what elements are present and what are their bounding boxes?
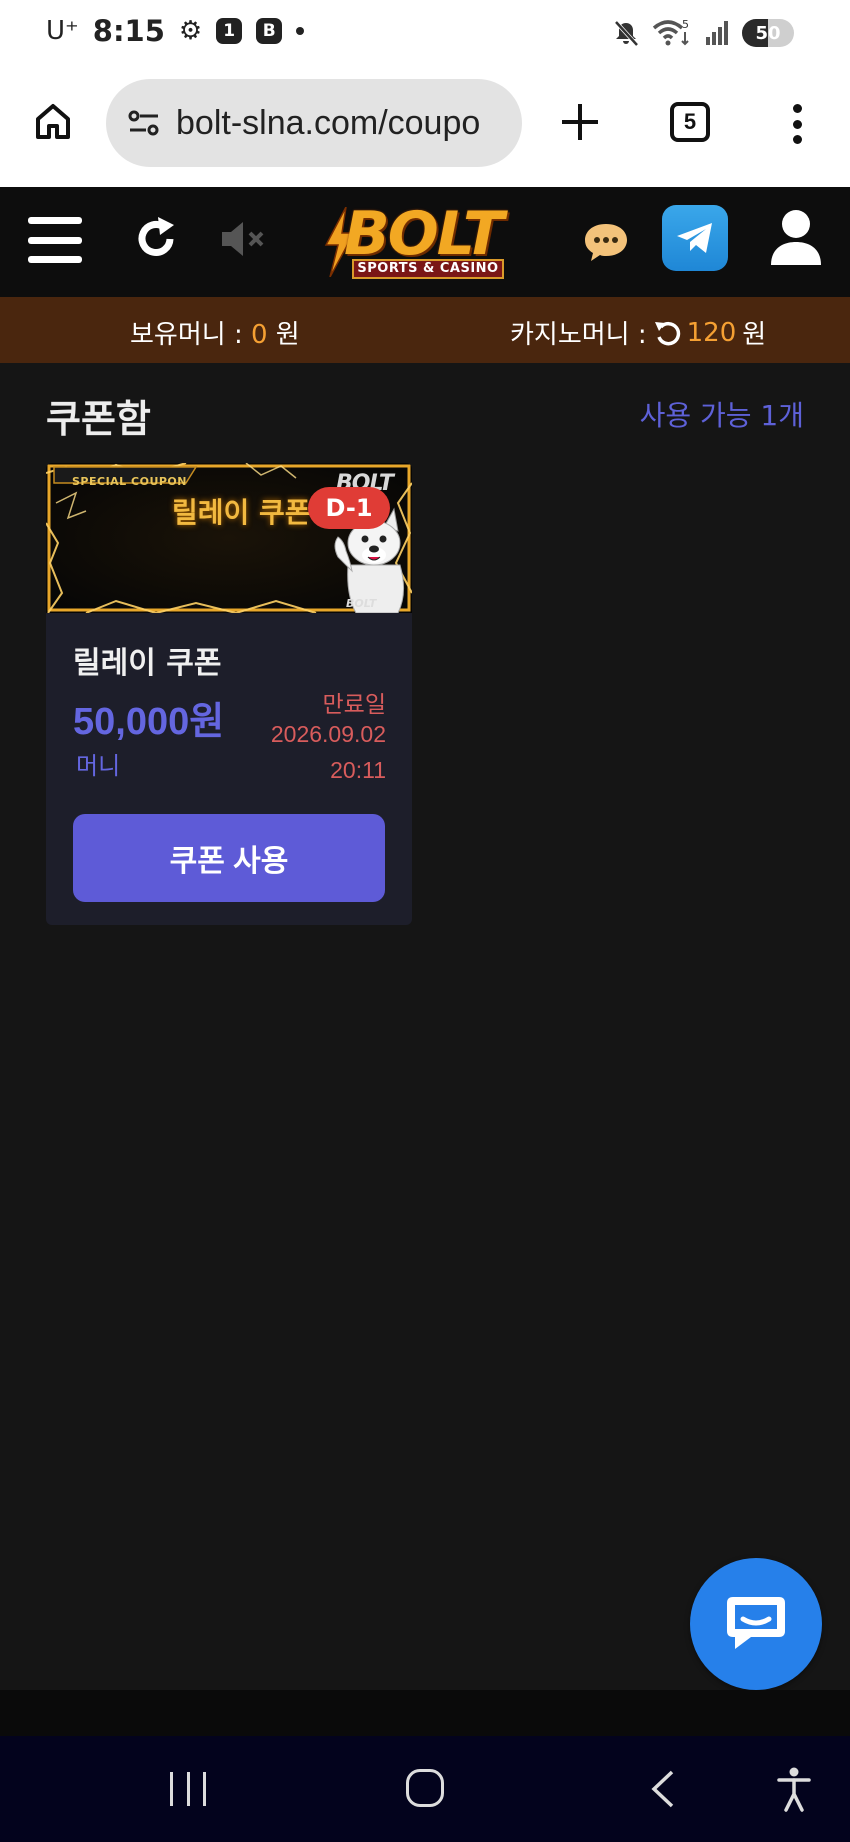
telegram-button[interactable]: [662, 205, 728, 271]
holding-label: 보유머니 :: [130, 320, 243, 350]
bolt-logo[interactable]: BOLT SPORTS & CASINO: [322, 199, 532, 291]
status-bar: U⁺ 8:15 ⚙ 1 B 5 50: [0, 0, 850, 66]
logo-subtitle: SPORTS & CASINO: [352, 259, 504, 279]
banner-mini-logo: BOLT: [346, 597, 377, 610]
url-text[interactable]: bolt-slna.com/coupo: [176, 104, 480, 143]
live-chat-button[interactable]: [690, 1558, 822, 1690]
available-count: 사용 가능 1개: [639, 399, 804, 432]
notification-dot-icon: [296, 27, 305, 35]
recent-apps-button[interactable]: [170, 1772, 206, 1806]
clock: 8:15: [92, 14, 165, 48]
coupon-amount: 50,000원: [73, 701, 225, 743]
new-tab-button[interactable]: [556, 98, 604, 146]
refresh-icon[interactable]: [130, 213, 182, 265]
sound-muted-icon[interactable]: [218, 217, 270, 261]
site-settings-icon[interactable]: [124, 103, 164, 143]
telegram-icon: [677, 223, 712, 253]
balance-bar: 보유머니 : 0 원 카지노머니 : 120 원: [0, 297, 850, 363]
use-coupon-button[interactable]: 쿠폰 사용: [73, 814, 385, 902]
chat-icon: [727, 1597, 785, 1649]
casino-value: 120: [686, 317, 737, 348]
system-nav-bar: [0, 1736, 850, 1842]
battery-percent: 50: [755, 22, 781, 44]
browser-home-button[interactable]: [28, 96, 78, 146]
expire-date: 2026.09.02: [270, 721, 386, 747]
casino-money: 카지노머니 : 120 원: [510, 314, 766, 351]
status-right: 5 50: [612, 18, 794, 48]
expire-label: 만료일: [322, 692, 386, 718]
address-bar[interactable]: bolt-slna.com/coupo: [106, 79, 522, 167]
dday-badge: D-1: [308, 487, 390, 529]
casino-unit: 원: [742, 320, 767, 350]
status-left: U⁺ 8:15 ⚙ 1 B: [46, 14, 305, 48]
back-button[interactable]: [648, 1768, 678, 1810]
chat-bubble-icon[interactable]: [582, 221, 630, 263]
notification-badge-1: 1: [216, 18, 243, 44]
holding-unit: 원: [275, 320, 300, 350]
expire-time: 20:11: [330, 757, 386, 783]
hamburger-menu-icon[interactable]: [28, 217, 82, 263]
accessibility-icon[interactable]: [776, 1766, 812, 1812]
settings-gear-icon: ⚙: [178, 16, 203, 46]
wifi-icon: 5: [652, 18, 689, 46]
coupon-type: 머니: [76, 752, 121, 780]
holding-value: 0: [250, 320, 268, 350]
menu-dot: [792, 119, 802, 129]
bottom-band: [0, 1690, 850, 1736]
signal-icon: [706, 21, 728, 45]
tab-switcher-button[interactable]: 5: [670, 102, 710, 142]
home-button[interactable]: [406, 1769, 444, 1807]
carrier-label: U⁺: [46, 16, 79, 46]
special-coupon-label: SPECIAL COUPON: [72, 475, 187, 488]
user-profile-icon[interactable]: [768, 207, 824, 267]
menu-dot: [792, 135, 802, 144]
coupon-card: SPECIAL COUPON 릴레이 쿠폰 BOLT D-1 BOLT 릴레이 …: [46, 463, 412, 925]
browser-menu-button[interactable]: [782, 100, 812, 148]
coupon-name: 릴레이 쿠폰: [73, 646, 222, 681]
menu-dot: [792, 104, 802, 113]
browser-toolbar: bolt-slna.com/coupo 5: [0, 66, 850, 187]
mute-bell-icon: [614, 20, 639, 47]
banner-title: 릴레이 쿠폰: [172, 496, 311, 529]
site-header: BOLT SPORTS & CASINO: [0, 187, 850, 297]
notification-badge-b: B: [256, 18, 283, 44]
home-icon: [36, 104, 70, 139]
page-title: 쿠폰함: [46, 397, 151, 441]
battery-indicator: 50: [742, 19, 794, 47]
casino-label: 카지노머니 :: [510, 320, 647, 350]
network-sup: 5: [682, 18, 689, 31]
coupon-banner: SPECIAL COUPON 릴레이 쿠폰 BOLT D-1 BOLT: [46, 463, 412, 613]
plus-icon: [562, 104, 598, 140]
holding-money: 보유머니 : 0 원: [130, 314, 300, 351]
convert-refresh-icon[interactable]: [653, 319, 681, 347]
